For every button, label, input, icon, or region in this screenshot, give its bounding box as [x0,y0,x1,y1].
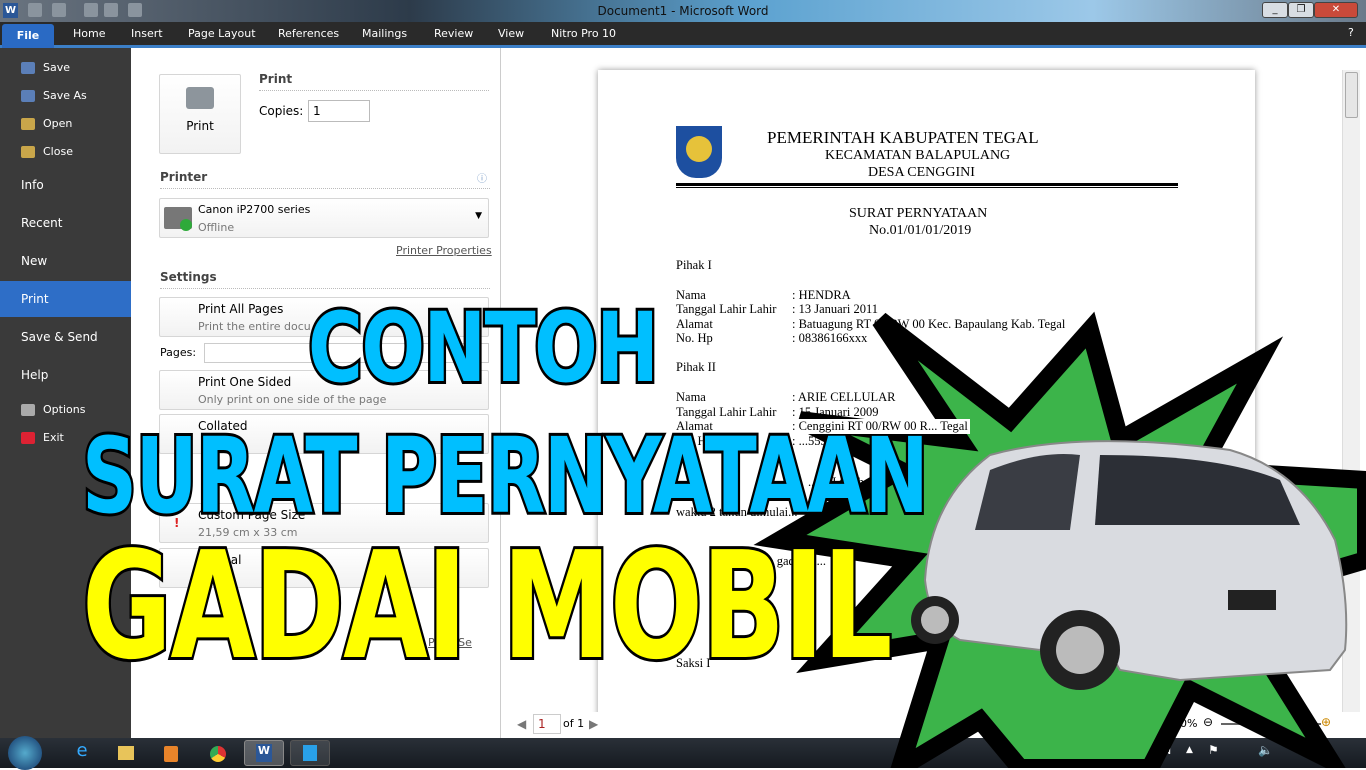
overlay-title-gadai-mobil: GADAI MOBIL [80,517,895,695]
overlay-title-contoh: CONTOH [306,289,662,407]
field-value: : Cenggini RT 00/RW 00 R... Tegal [790,419,970,434]
